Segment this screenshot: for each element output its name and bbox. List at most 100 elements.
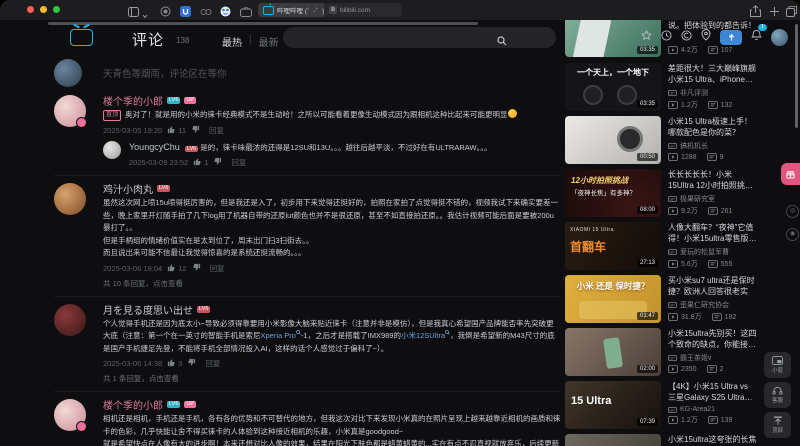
video-title[interactable]: 人像大翻车？“夜神”它值得！小米15ultra零售版首提... (668, 222, 757, 244)
thumbnail-caption: 小米 还是 保时捷？ (576, 281, 650, 291)
like-button[interactable] (167, 263, 176, 274)
activity-pendant[interactable] (781, 163, 800, 185)
dislike-button[interactable] (192, 263, 201, 274)
uploader-name[interactable]: 爱玩的松鼠军曹 (680, 247, 729, 257)
tab-title: 哔哩哔哩 (゜-゜)... (277, 8, 326, 15)
video-thumbnail[interactable]: 00:50 (565, 116, 661, 164)
svg-text:UP: UP (670, 408, 676, 412)
comment-input[interactable]: 天青色等烟雨，评论区在等你 (103, 66, 227, 80)
location-pin-icon[interactable] (701, 28, 711, 46)
commenter-username[interactable]: 楼个季的小郎 (103, 93, 163, 108)
video-card[interactable]: 小米 还是 保时捷？ 01:47 买小米su7 ultra还是保时捷？欧洲人回答… (565, 275, 757, 323)
customer-service-button[interactable]: 客服 (764, 382, 791, 408)
page-scrollbar[interactable] (795, 24, 798, 128)
video-title[interactable]: 小米15ultra先别买！这四个致命的缺点，你能接受的... (668, 328, 757, 350)
reply-button[interactable]: 回复 (231, 157, 246, 168)
my-avatar[interactable] (54, 59, 82, 87)
back-to-top-button[interactable]: 顶部 (764, 412, 791, 438)
uploader-name[interactable]: KG-Area21 (680, 406, 715, 413)
reply-button[interactable]: 回复 (209, 125, 224, 136)
video-thumbnail[interactable] (565, 434, 661, 446)
reply-button[interactable]: 回复 (205, 358, 220, 369)
user-avatar[interactable] (771, 28, 788, 46)
danmaku-count-icon (706, 153, 717, 161)
video-card[interactable]: 15 Ultra 07:39 【4K】小米15 Ultra vs 三星Galax… (565, 381, 757, 429)
reply-item: YoungcyChu LV6 是的，徕卡味最浓的还得是12SU和13U。。。越往… (103, 140, 561, 169)
video-title[interactable]: 小米15 Ultra极速上手！哪款配色是你的菜？ (668, 116, 757, 138)
video-card[interactable]: XIAOMI 15 Ultra 首翻车 27:13 人像大翻车？“夜神”它值得！… (565, 222, 757, 270)
video-thumbnail[interactable]: 02:00 (565, 328, 661, 376)
search-input[interactable] (283, 27, 556, 48)
video-card[interactable]: 02:00 小米15ultra先别买！这四个致命的缺点，你能接受的... UP 霸… (565, 328, 757, 376)
like-button[interactable] (167, 358, 176, 369)
like-button[interactable] (167, 125, 176, 136)
search-keyword-link[interactable]: Xperia Pro (261, 330, 301, 340)
creative-center-icon[interactable] (681, 28, 692, 46)
uploader-name[interactable]: 霸王茶姬v (680, 353, 712, 363)
bilibili-logo-icon[interactable] (70, 29, 93, 46)
video-title[interactable]: 小米15ultra这夸张的长焦远 (668, 434, 757, 446)
thumbnail-caption: 首翻车 (570, 240, 607, 254)
like-count: 12 (178, 263, 187, 273)
reply-username[interactable]: YoungcyChu (129, 142, 180, 152)
dislike-button[interactable] (187, 358, 196, 369)
view-more-replies[interactable]: 共 10 条回复，点击查看 (103, 278, 561, 289)
mini-player-button[interactable]: 小窗 (764, 352, 791, 378)
video-card[interactable]: 12小时拍照挑战 「夜神长焦」有多神？ 08:00 长长长长长！小米15Ultr… (565, 169, 757, 217)
uploader-name[interactable]: 搞机机长 (680, 141, 708, 151)
danmaku-count: 261 (720, 207, 733, 215)
commenter-avatar[interactable] (54, 95, 87, 128)
uploader-name[interactable]: 歪果仁研究协会 (680, 300, 729, 310)
video-thumbnail[interactable]: 15 Ultra 07:39 (565, 381, 661, 429)
notifications-bell-icon[interactable]: 1 (751, 24, 767, 46)
svg-text:UP: UP (670, 304, 676, 308)
like-button[interactable] (193, 157, 202, 168)
video-thumbnail[interactable]: XIAOMI 15 Ultra 首翻车 27:13 (565, 222, 661, 270)
favorites-icon[interactable] (641, 28, 652, 46)
video-thumbnail[interactable]: 12小时拍照挑战 「夜神长焦」有多神？ 08:00 (565, 169, 661, 217)
edge-widget-icon-1[interactable]: ◎ (786, 205, 799, 218)
reply-button[interactable]: 回复 (210, 263, 225, 274)
dislike-button[interactable] (213, 157, 222, 168)
commenter-username[interactable]: 月を見る度思い出せ (103, 302, 193, 317)
video-title[interactable]: 长长长长长！小米15Ultra 12小时拍照挑战。「夜神长... (668, 169, 757, 191)
commenter-avatar[interactable] (54, 399, 87, 432)
search-icon[interactable] (497, 33, 507, 51)
edge-widget-icon-2[interactable]: ◉ (786, 228, 799, 241)
view-more-replies[interactable]: 共 1 条回复，点击查看 (103, 373, 561, 384)
history-icon[interactable] (661, 28, 672, 46)
comment-sort-tabs: 最热 | 最新 (222, 34, 279, 49)
browser-tab-inactive[interactable]: b bilibili.com (324, 3, 402, 17)
pinned-badge: 置顶 (103, 110, 122, 121)
video-title[interactable]: 差距很大！三大巅峰旗舰小米15 Ultra、iPhone16 Pr... (668, 63, 757, 85)
uploader-name[interactable]: 极果研究室 (680, 194, 715, 204)
close-window-button[interactable] (27, 6, 34, 13)
thumbnail-caption: 15 Ultra (571, 395, 612, 407)
search-keyword-link[interactable]: 小米12SUltra (401, 330, 450, 340)
commenter-username[interactable]: 鸡汁小肉丸 (103, 181, 153, 196)
browser-tab-active[interactable]: 哔哩哔哩 (゜-゜)... (258, 3, 326, 17)
uploader-name[interactable]: 非凡评测 (680, 88, 708, 98)
reply-avatar[interactable] (103, 140, 121, 159)
zoom-window-button[interactable] (53, 6, 60, 13)
video-card[interactable]: 一个天上，一个地下 03:35 差距很大！三大巅峰旗舰小米15 Ultra、iP… (565, 63, 757, 111)
minimize-window-button[interactable] (40, 6, 47, 13)
video-thumbnail[interactable]: 小米 还是 保时捷？ 01:47 (565, 275, 661, 323)
sort-tab-hot[interactable]: 最热 (222, 34, 242, 49)
commenter-avatar[interactable] (54, 183, 86, 215)
commenter-avatar[interactable] (54, 303, 86, 336)
video-title[interactable]: 【4K】小米15 Ultra vs 三星Galaxy S25 Ultra：东京拍… (668, 381, 757, 403)
video-card[interactable]: 00:50 小米15 Ultra极速上手！哪款配色是你的菜？ UP 搞机机长 12… (565, 116, 757, 164)
video-title[interactable]: 买小米su7 ultra还是保时捷？欧洲人回答很老实 (668, 275, 757, 297)
like-count: 3 (178, 359, 183, 368)
publish-button[interactable] (720, 29, 742, 45)
video-card[interactable]: 小米15ultra这夸张的长焦远 (565, 434, 757, 446)
up-badge: UP (184, 97, 197, 104)
uploader-icon: UP (668, 249, 677, 255)
danmaku-count: 555 (720, 260, 733, 268)
camera-lens-image (617, 85, 637, 105)
dislike-button[interactable] (191, 125, 200, 136)
video-thumbnail[interactable]: 一个天上，一个地下 03:35 (565, 63, 661, 111)
sort-tab-new[interactable]: 最新 (259, 34, 279, 49)
commenter-username[interactable]: 楼个季的小郎 (103, 397, 163, 412)
